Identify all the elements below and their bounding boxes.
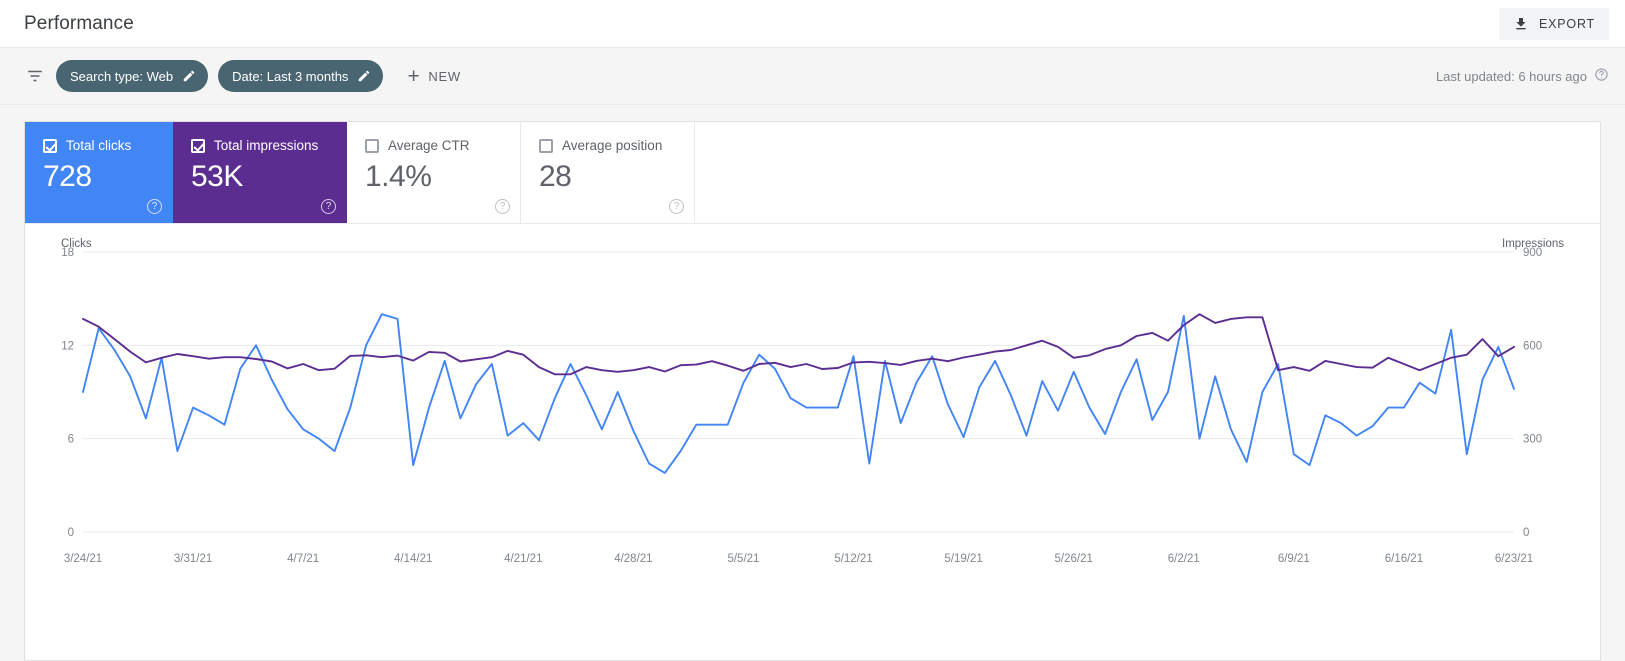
checkbox-total-impressions[interactable]	[191, 139, 205, 153]
x-axis-tick: 3/24/21	[64, 553, 102, 565]
x-axis-tick: 4/7/21	[287, 553, 319, 565]
y-axis-tick-right: 300	[1523, 434, 1542, 446]
help-icon[interactable]	[1594, 67, 1609, 85]
metric-value: 1.4%	[365, 160, 504, 194]
x-axis-tick: 4/14/21	[394, 553, 432, 565]
metric-label: Average CTR	[388, 138, 470, 153]
y-axis-tick-left: 0	[68, 527, 74, 539]
y-axis-tick-left: 6	[68, 434, 74, 446]
export-button[interactable]: EXPORT	[1499, 8, 1609, 40]
pencil-icon[interactable]	[182, 69, 196, 83]
help-icon[interactable]: ?	[495, 199, 510, 214]
metric-cards: Total clicks 728 ? Total impressions 53K…	[25, 122, 1600, 224]
top-bar: Performance EXPORT	[0, 0, 1625, 48]
metric-label: Total impressions	[214, 138, 318, 153]
metric-card-header: Total impressions	[191, 138, 330, 153]
y-axis-tick-right: 900	[1523, 247, 1542, 259]
checkbox-total-clicks[interactable]	[43, 139, 57, 153]
metric-card-header: Average position	[539, 138, 678, 153]
metric-card-header: Total clicks	[43, 138, 156, 153]
export-label: EXPORT	[1539, 17, 1595, 31]
metric-label: Total clicks	[66, 138, 131, 153]
x-axis-tick: 3/31/21	[174, 553, 212, 565]
download-icon	[1513, 16, 1529, 32]
x-axis-tick: 6/9/21	[1278, 553, 1310, 565]
new-filter-label: NEW	[428, 69, 460, 84]
last-updated-label: Last updated: 6 hours ago	[1436, 69, 1587, 84]
performance-panel: Total clicks 728 ? Total impressions 53K…	[24, 121, 1601, 661]
filter-chip-search-type-label: Search type: Web	[70, 69, 173, 84]
x-axis-tick: 6/16/21	[1385, 553, 1423, 565]
metric-value: 53K	[191, 160, 330, 194]
help-icon[interactable]: ?	[321, 199, 336, 214]
y-axis-tick-right: 600	[1523, 340, 1542, 352]
plus-icon: +	[407, 66, 420, 87]
metric-value: 28	[539, 160, 678, 194]
metric-value: 728	[43, 160, 156, 194]
filter-chip-date-label: Date: Last 3 months	[232, 69, 348, 84]
y-axis-tick-left: 12	[61, 340, 74, 352]
chart-canvas: 0 0 6 300 12 600 18 900 3/24/21 3/31/21 4/7/21 4/14…	[25, 224, 1600, 661]
metric-card-total-clicks[interactable]: Total clicks 728 ?	[25, 122, 173, 223]
performance-chart: Clicks Impressions 00630012600189003/24/…	[25, 224, 1600, 661]
new-filter-button[interactable]: + NEW	[399, 62, 468, 91]
page-title: Performance	[24, 13, 134, 35]
metric-card-header: Average CTR	[365, 138, 504, 153]
x-axis-tick: 6/2/21	[1168, 553, 1200, 565]
y-axis-tick-right: 0	[1523, 527, 1529, 539]
metric-card-total-impressions[interactable]: Total impressions 53K ?	[173, 122, 347, 223]
x-axis-tick: 5/12/21	[834, 553, 872, 565]
help-icon[interactable]: ?	[147, 199, 162, 214]
help-icon[interactable]: ?	[669, 199, 684, 214]
y-axis-tick-left: 18	[61, 247, 74, 259]
filter-bar: Search type: Web Date: Last 3 months + N…	[0, 48, 1625, 105]
x-axis-tick: 4/28/21	[614, 553, 652, 565]
checkbox-average-ctr[interactable]	[365, 139, 379, 153]
last-updated: Last updated: 6 hours ago	[1436, 67, 1609, 85]
x-axis-tick: 6/23/21	[1495, 553, 1533, 565]
filter-chip-date[interactable]: Date: Last 3 months	[218, 60, 383, 92]
x-axis-tick: 5/26/21	[1055, 553, 1093, 565]
chart-series-line	[83, 314, 1514, 374]
metric-label: Average position	[562, 138, 662, 153]
filter-chip-search-type[interactable]: Search type: Web	[56, 60, 208, 92]
filter-icon[interactable]	[24, 65, 46, 87]
metric-card-average-ctr[interactable]: Average CTR 1.4% ?	[347, 122, 521, 223]
x-axis-tick: 4/21/21	[504, 553, 542, 565]
x-axis-tick: 5/19/21	[944, 553, 982, 565]
metric-card-average-position[interactable]: Average position 28 ?	[521, 122, 695, 223]
checkbox-average-position[interactable]	[539, 139, 553, 153]
x-axis-tick: 5/5/21	[727, 553, 759, 565]
chart-series-line	[83, 314, 1514, 473]
pencil-icon[interactable]	[357, 69, 371, 83]
